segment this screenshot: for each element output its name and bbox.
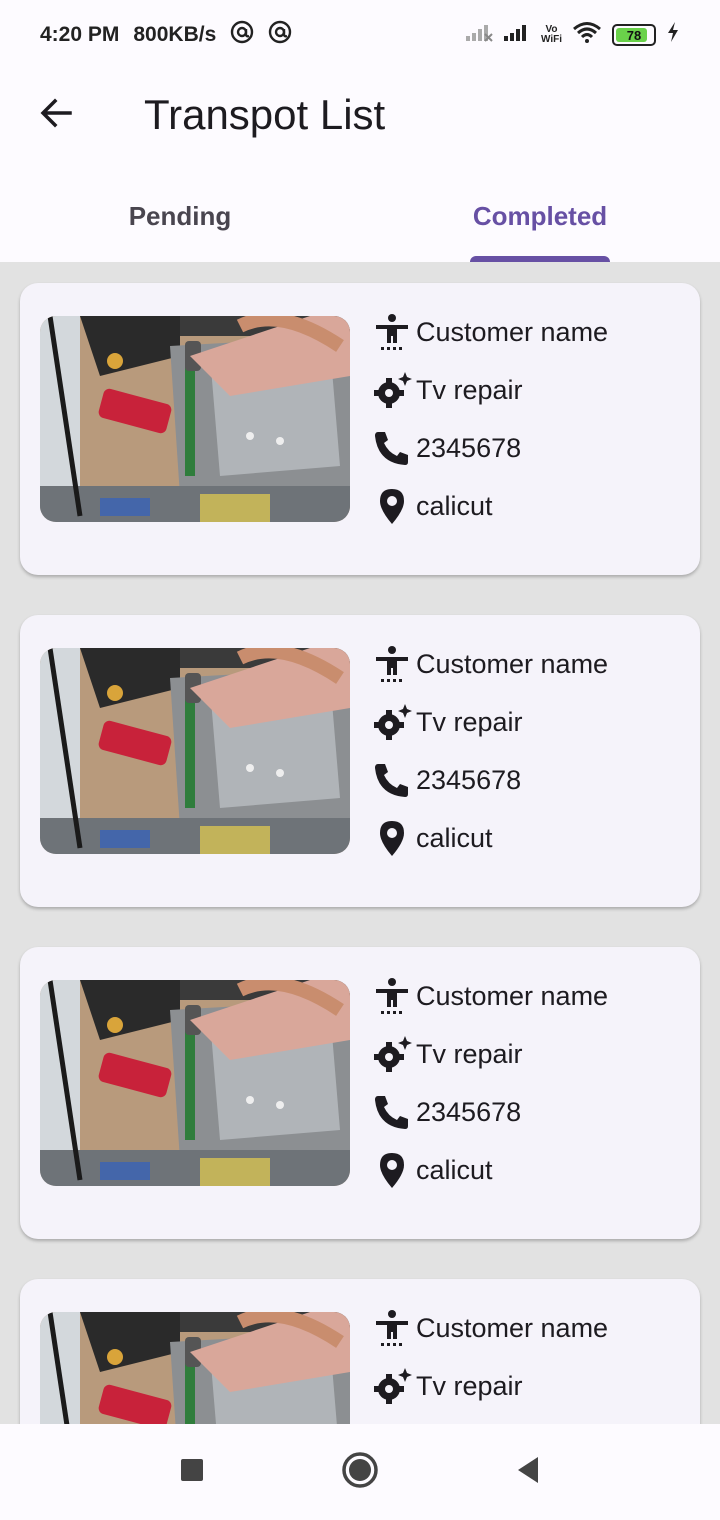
battery-icon: 78 (612, 24, 656, 46)
phone-icon (372, 428, 412, 468)
tab-pending[interactable]: Pending (0, 170, 360, 262)
service-name: Tv repair (416, 374, 523, 405)
person-icon (372, 312, 412, 352)
system-nav-bar (0, 1424, 720, 1520)
tv-repair-photo (40, 316, 350, 522)
tab-bar: Pending Completed (0, 170, 720, 262)
phone-icon (372, 760, 412, 800)
customer-row: Customer name (372, 303, 692, 361)
card-details: Customer name Tv repair 2345678 calicut (372, 967, 692, 1199)
card-details: Customer name Tv repair 2345678 calicut (372, 303, 692, 535)
customer-name: Customer name (416, 1312, 609, 1343)
service-name: Tv repair (416, 706, 523, 737)
back-triangle-icon (514, 1455, 542, 1490)
tv-repair-photo (40, 1312, 350, 1424)
tv-repair-photo (40, 980, 350, 1186)
recents-button[interactable] (162, 1442, 222, 1502)
location-name: calicut (416, 490, 493, 521)
location-pin-icon (372, 1150, 412, 1190)
transport-list[interactable]: Customer name Tv repair 2345678 calicut (0, 262, 720, 1424)
location-row: calicut (372, 477, 692, 535)
page-title: Transpot List (144, 91, 386, 138)
service-row: Tv repair (372, 693, 692, 751)
service-name: Tv repair (416, 1038, 523, 1069)
signal-icon (503, 22, 531, 48)
person-icon (372, 1308, 412, 1348)
location-row: calicut (372, 1141, 692, 1199)
tab-completed[interactable]: Completed (360, 170, 720, 262)
phone-row: 2345678 (372, 1083, 692, 1141)
person-icon (372, 644, 412, 684)
person-icon (372, 976, 412, 1016)
home-button[interactable] (330, 1442, 390, 1502)
service-row: Tv repair (372, 361, 692, 419)
tab-pending-label: Pending (128, 200, 232, 231)
phone-number: 2345678 (416, 432, 522, 463)
vowifi-bottom-label: WiFi (540, 34, 562, 45)
network-speed: 800KB/s (133, 23, 217, 46)
arrow-back-icon (38, 95, 74, 136)
customer-row: Customer name (372, 967, 692, 1025)
card-details: Customer name Tv repair 2345678 calicut (372, 635, 692, 867)
settings-sparkle-icon (372, 702, 412, 742)
customer-name: Customer name (416, 316, 609, 347)
location-pin-icon (372, 486, 412, 526)
signal-off-icon (465, 22, 493, 48)
phone-number: 2345678 (416, 764, 522, 795)
battery-level: 78 (626, 27, 642, 43)
tab-completed-label: Completed (472, 200, 608, 231)
location-pin-icon (372, 818, 412, 858)
service-row: Tv repair (372, 1357, 692, 1415)
wifi-icon (572, 21, 602, 49)
customer-name: Customer name (416, 648, 609, 679)
settings-sparkle-icon (372, 370, 412, 410)
card-details: Customer name Tv repair (372, 1299, 692, 1415)
phone-number: 2345678 (416, 1096, 522, 1127)
recents-square-icon (179, 1457, 205, 1488)
app-bar: Transpot List (0, 70, 720, 160)
list-item[interactable]: Customer name Tv repair 2345678 calicut (20, 615, 700, 907)
status-bar: 4:20 PM 800KB/s Vo WiFi 78 (0, 0, 720, 70)
home-circle-icon (341, 1451, 379, 1494)
at-sign-icon (230, 20, 254, 50)
status-time: 4:20 PM (40, 23, 120, 46)
list-item[interactable]: Customer name Tv repair (20, 1279, 700, 1424)
service-name: Tv repair (416, 1370, 523, 1401)
customer-row: Customer name (372, 1299, 692, 1357)
phone-row: 2345678 (372, 751, 692, 809)
customer-name: Customer name (416, 980, 609, 1011)
service-row: Tv repair (372, 1025, 692, 1083)
charging-icon (666, 21, 680, 49)
tv-repair-photo (40, 648, 350, 854)
phone-icon (372, 1092, 412, 1132)
at-sign-icon (268, 20, 292, 50)
location-row: calicut (372, 809, 692, 867)
phone-row: 2345678 (372, 419, 692, 477)
nav-back-button[interactable] (498, 1442, 558, 1502)
location-name: calicut (416, 1154, 493, 1185)
customer-row: Customer name (372, 635, 692, 693)
vowifi-icon: Vo WiFi (541, 25, 562, 45)
back-button[interactable] (26, 85, 86, 145)
settings-sparkle-icon (372, 1366, 412, 1406)
list-item[interactable]: Customer name Tv repair 2345678 calicut (20, 947, 700, 1239)
settings-sparkle-icon (372, 1034, 412, 1074)
location-name: calicut (416, 822, 493, 853)
list-item[interactable]: Customer name Tv repair 2345678 calicut (20, 283, 700, 575)
